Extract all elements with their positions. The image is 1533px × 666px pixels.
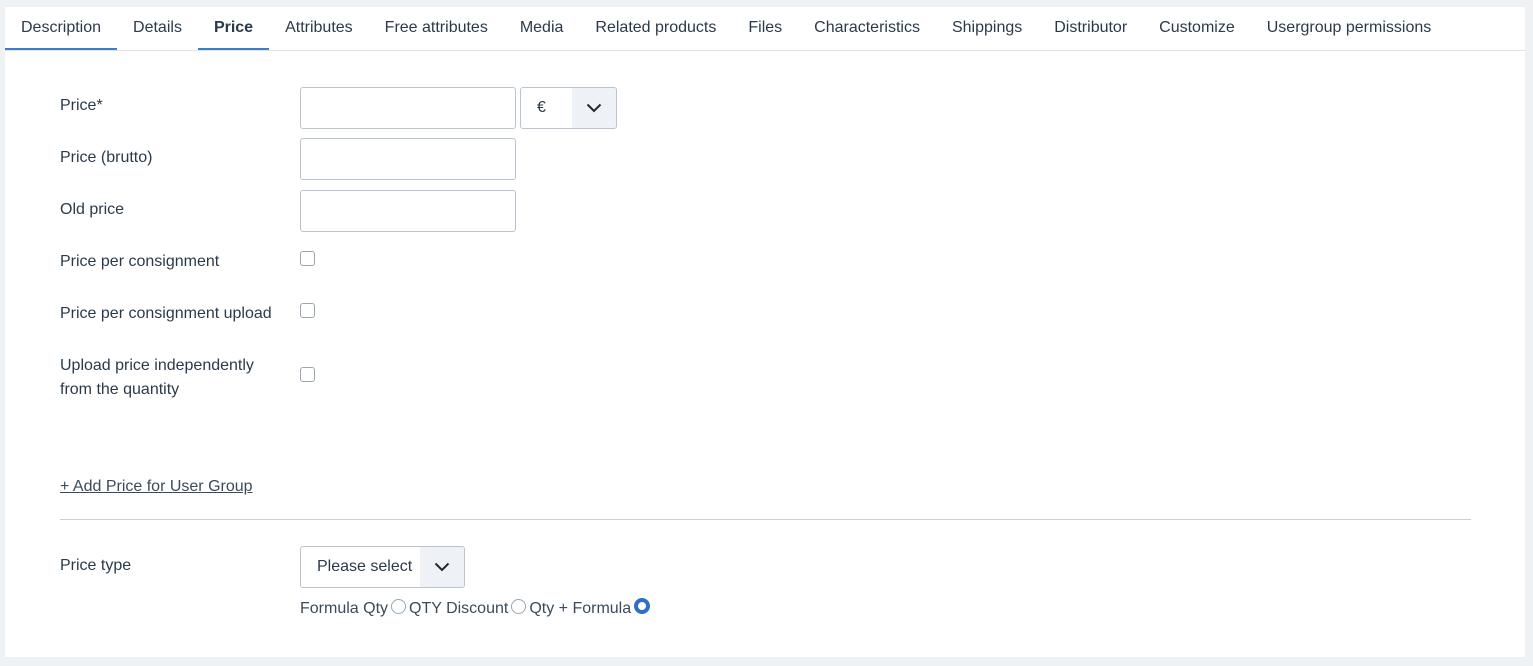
add-price-user-group-link[interactable]: + Add Price for User Group bbox=[60, 478, 253, 496]
divider bbox=[60, 519, 1471, 520]
price-type-select[interactable]: Please select bbox=[300, 546, 465, 588]
chevron-down-icon bbox=[572, 88, 616, 128]
radio-label-formula-qty: Formula Qty bbox=[300, 600, 389, 617]
upload-independent-label-line1: Upload price independently bbox=[60, 357, 254, 374]
per-consignment-label: Price per consignment bbox=[60, 253, 220, 270]
price-brutto-label: Price (brutto) bbox=[60, 149, 153, 166]
old-price-label: Old price bbox=[60, 201, 125, 218]
radio-formula-qty[interactable] bbox=[391, 598, 407, 614]
currency-value: € bbox=[537, 99, 546, 116]
upload-independent-checkbox[interactable] bbox=[300, 367, 315, 382]
tab-attributes[interactable]: Attributes bbox=[269, 7, 369, 50]
tab-details[interactable]: Details bbox=[117, 7, 198, 50]
tab-related-products[interactable]: Related products bbox=[579, 7, 732, 50]
tab-bar: Description Details Price Attributes Fre… bbox=[5, 7, 1525, 51]
upload-independent-label-line2: from the quantity bbox=[60, 381, 180, 398]
product-edit-panel: Description Details Price Attributes Fre… bbox=[5, 7, 1525, 657]
tab-free-attributes[interactable]: Free attributes bbox=[369, 7, 504, 50]
radio-label-qty-formula: Qty + Formula bbox=[529, 600, 632, 617]
tab-files[interactable]: Files bbox=[732, 7, 798, 50]
tab-price[interactable]: Price bbox=[197, 7, 270, 50]
radio-qty-discount[interactable] bbox=[511, 598, 527, 614]
radio-label-qty-discount: QTY Discount bbox=[409, 600, 509, 617]
price-label: Price* bbox=[60, 97, 103, 114]
price-type-radio-group: Formula Qty QTY Discount Qty + Formula bbox=[300, 598, 653, 620]
per-consignment-upload-checkbox[interactable] bbox=[300, 303, 315, 318]
tab-usergroup-permissions[interactable]: Usergroup permissions bbox=[1251, 7, 1448, 50]
tab-description[interactable]: Description bbox=[5, 7, 118, 50]
upload-independent-label: Upload price independently from the quan… bbox=[60, 354, 254, 402]
old-price-input[interactable] bbox=[300, 190, 516, 232]
radio-qty-formula[interactable] bbox=[634, 598, 651, 614]
price-brutto-input[interactable] bbox=[300, 138, 516, 180]
chevron-down-icon bbox=[419, 547, 464, 587]
price-type-value: Please select bbox=[317, 558, 413, 575]
tab-distributor[interactable]: Distributor bbox=[1038, 7, 1143, 50]
per-consignment-checkbox[interactable] bbox=[300, 251, 315, 266]
per-consignment-upload-label: Price per consignment upload bbox=[60, 305, 272, 322]
price-type-label: Price type bbox=[60, 557, 132, 574]
tab-characteristics[interactable]: Characteristics bbox=[798, 7, 936, 50]
price-input[interactable] bbox=[300, 87, 516, 129]
tab-customize[interactable]: Customize bbox=[1143, 7, 1251, 50]
tab-media[interactable]: Media bbox=[504, 7, 580, 50]
currency-select[interactable]: € bbox=[520, 87, 617, 129]
tab-shippings[interactable]: Shippings bbox=[936, 7, 1038, 50]
